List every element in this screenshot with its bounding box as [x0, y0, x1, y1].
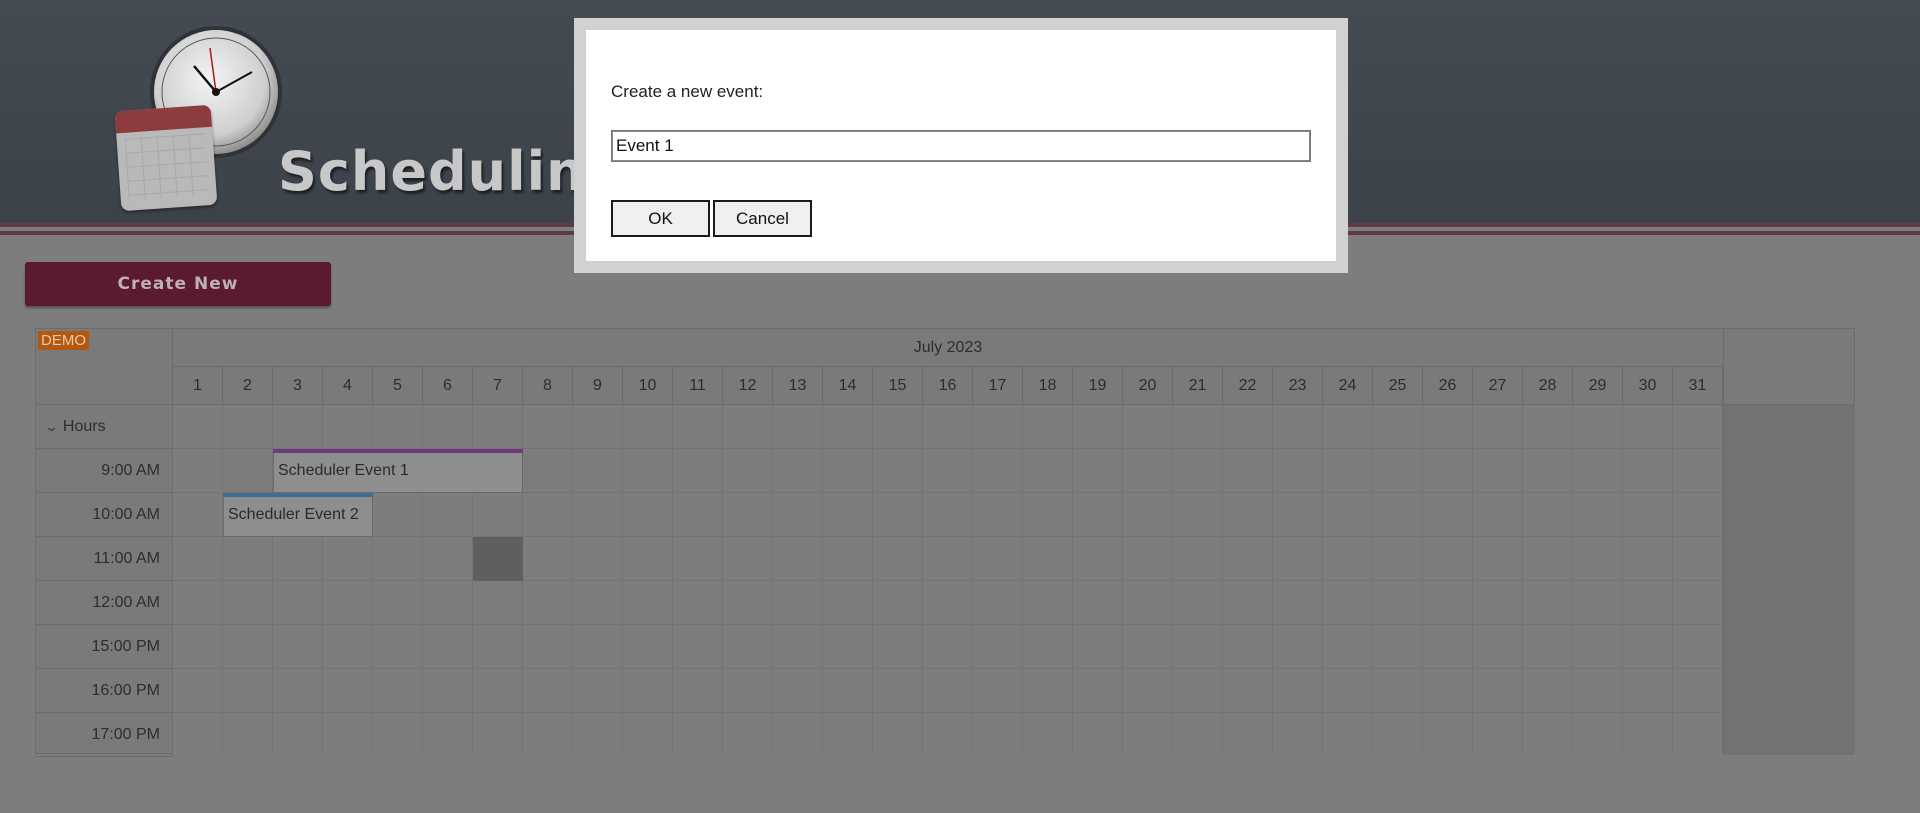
scheduler-event[interactable]: Scheduler Event 2 — [223, 493, 373, 537]
day-header: 2 — [223, 367, 273, 405]
event-label: Scheduler Event 1 — [278, 462, 409, 479]
row-header-time: 10:00 AM — [36, 493, 173, 537]
scheduler: DEMO July 2023 1 2 3 4 5 6 7 8 9 10 11 12 13 14 15 16 17… — [35, 328, 1855, 757]
event-color-bar — [273, 449, 523, 453]
row-header-time: 11:00 AM — [36, 537, 173, 581]
day-header: 9 — [573, 367, 623, 405]
row-header-time: 15:00 PM — [36, 625, 173, 669]
day-header: 19 — [1073, 367, 1123, 405]
row-header-time: 12:00 AM — [36, 581, 173, 625]
day-header: 17 — [973, 367, 1023, 405]
selected-cell[interactable] — [473, 537, 523, 581]
chevron-down-icon[interactable]: ⌄ — [44, 419, 59, 435]
day-header: 12 — [723, 367, 773, 405]
day-header: 26 — [1423, 367, 1473, 405]
day-header-row: 1 2 3 4 5 6 7 8 9 10 11 12 13 14 15 16 17 18 19 20 21 22 23 24 2… — [173, 367, 1723, 405]
day-header: 4 — [323, 367, 373, 405]
demo-badge: DEMO — [38, 331, 89, 350]
day-header: 21 — [1173, 367, 1223, 405]
day-header: 8 — [523, 367, 573, 405]
ok-button[interactable]: OK — [611, 200, 710, 237]
dialog-prompt: Create a new event: — [611, 82, 764, 101]
row-header-time: 9:00 AM — [36, 449, 173, 493]
row-headers: ⌄ Hours 9:00 AM 10:00 AM 11:00 AM 12:00 AM 1… — [36, 405, 173, 757]
day-header: 14 — [823, 367, 873, 405]
create-event-dialog: Create a new event: OK Cancel — [574, 18, 1348, 273]
grid-filler — [1723, 405, 1855, 755]
day-header: 6 — [423, 367, 473, 405]
group-header-hours[interactable]: ⌄ Hours — [36, 405, 173, 449]
event-name-input[interactable] — [611, 130, 1311, 162]
day-header: 29 — [1573, 367, 1623, 405]
calendar-icon — [114, 104, 218, 212]
event-color-bar — [223, 493, 373, 497]
day-header: 5 — [373, 367, 423, 405]
day-header: 13 — [773, 367, 823, 405]
day-header: 10 — [623, 367, 673, 405]
scheduler-event[interactable]: Scheduler Event 1 — [273, 449, 523, 493]
day-header: 22 — [1223, 367, 1273, 405]
day-header: 7 — [473, 367, 523, 405]
day-header: 30 — [1623, 367, 1673, 405]
day-header: 11 — [673, 367, 723, 405]
create-new-button[interactable]: Create New — [25, 262, 331, 306]
day-header: 23 — [1273, 367, 1323, 405]
day-header: 18 — [1023, 367, 1073, 405]
day-header: 24 — [1323, 367, 1373, 405]
group-label: Hours — [62, 417, 106, 435]
day-header: 25 — [1373, 367, 1423, 405]
day-header: 20 — [1123, 367, 1173, 405]
row-header-time: 17:00 PM — [36, 713, 173, 757]
row-header-time: 16:00 PM — [36, 669, 173, 713]
month-header: July 2023 — [173, 329, 1723, 367]
day-header: 3 — [273, 367, 323, 405]
day-header: 27 — [1473, 367, 1523, 405]
scheduler-corner: DEMO — [36, 329, 173, 405]
logo — [110, 20, 280, 215]
day-header: 28 — [1523, 367, 1573, 405]
header-filler — [1723, 329, 1854, 405]
event-label: Scheduler Event 2 — [228, 506, 359, 523]
day-header: 15 — [873, 367, 923, 405]
dialog-body: Create a new event: OK Cancel — [586, 30, 1336, 261]
cancel-button[interactable]: Cancel — [713, 200, 812, 237]
day-header: 16 — [923, 367, 973, 405]
day-header: 31 — [1673, 367, 1723, 405]
day-header: 1 — [173, 367, 223, 405]
